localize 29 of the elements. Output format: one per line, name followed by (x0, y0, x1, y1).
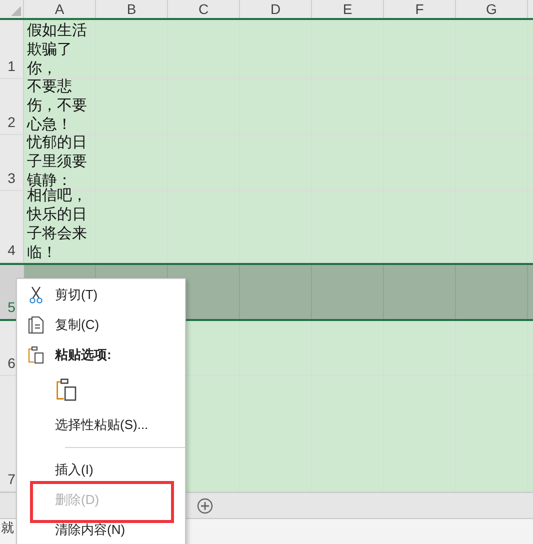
menu-item[interactable]: 插入(I) (55, 460, 94, 480)
table-cell (456, 265, 528, 319)
row-header[interactable]: 4 (0, 191, 24, 262)
scissors-icon (28, 286, 42, 304)
menu-item[interactable]: 选择性粘贴(S)... (55, 415, 148, 435)
column-header[interactable]: B (96, 0, 168, 18)
column-header[interactable]: A (24, 0, 96, 18)
row-header[interactable]: 1 (0, 20, 24, 78)
menu-item[interactable]: 剪切(T) (55, 285, 98, 305)
column-header[interactable]: E (312, 0, 384, 18)
menu-item[interactable]: 粘贴选项: (55, 345, 112, 365)
column-header[interactable]: C (168, 0, 240, 18)
column-header[interactable]: D (240, 0, 312, 18)
paste-icon (28, 346, 44, 364)
table-cell (384, 265, 456, 319)
menu-item[interactable]: 复制(C) (55, 315, 100, 335)
paste-icon[interactable] (56, 378, 77, 402)
column-header[interactable]: F (384, 0, 456, 18)
status-text: 就 (1, 518, 14, 537)
copy-icon (28, 316, 44, 334)
table-cell (240, 265, 312, 319)
table-cell (312, 265, 384, 319)
row-header[interactable]: 2 (0, 79, 24, 134)
table-cell: 不要悲伤，不要心急！ (24, 79, 96, 134)
add-sheet-icon[interactable] (197, 498, 213, 514)
column-header[interactable]: G (456, 0, 528, 18)
row-header[interactable]: 3 (0, 135, 24, 190)
table-cell: 假如生活欺骗了你， (24, 20, 96, 78)
menu-item[interactable]: 清除内容(N) (55, 520, 126, 540)
